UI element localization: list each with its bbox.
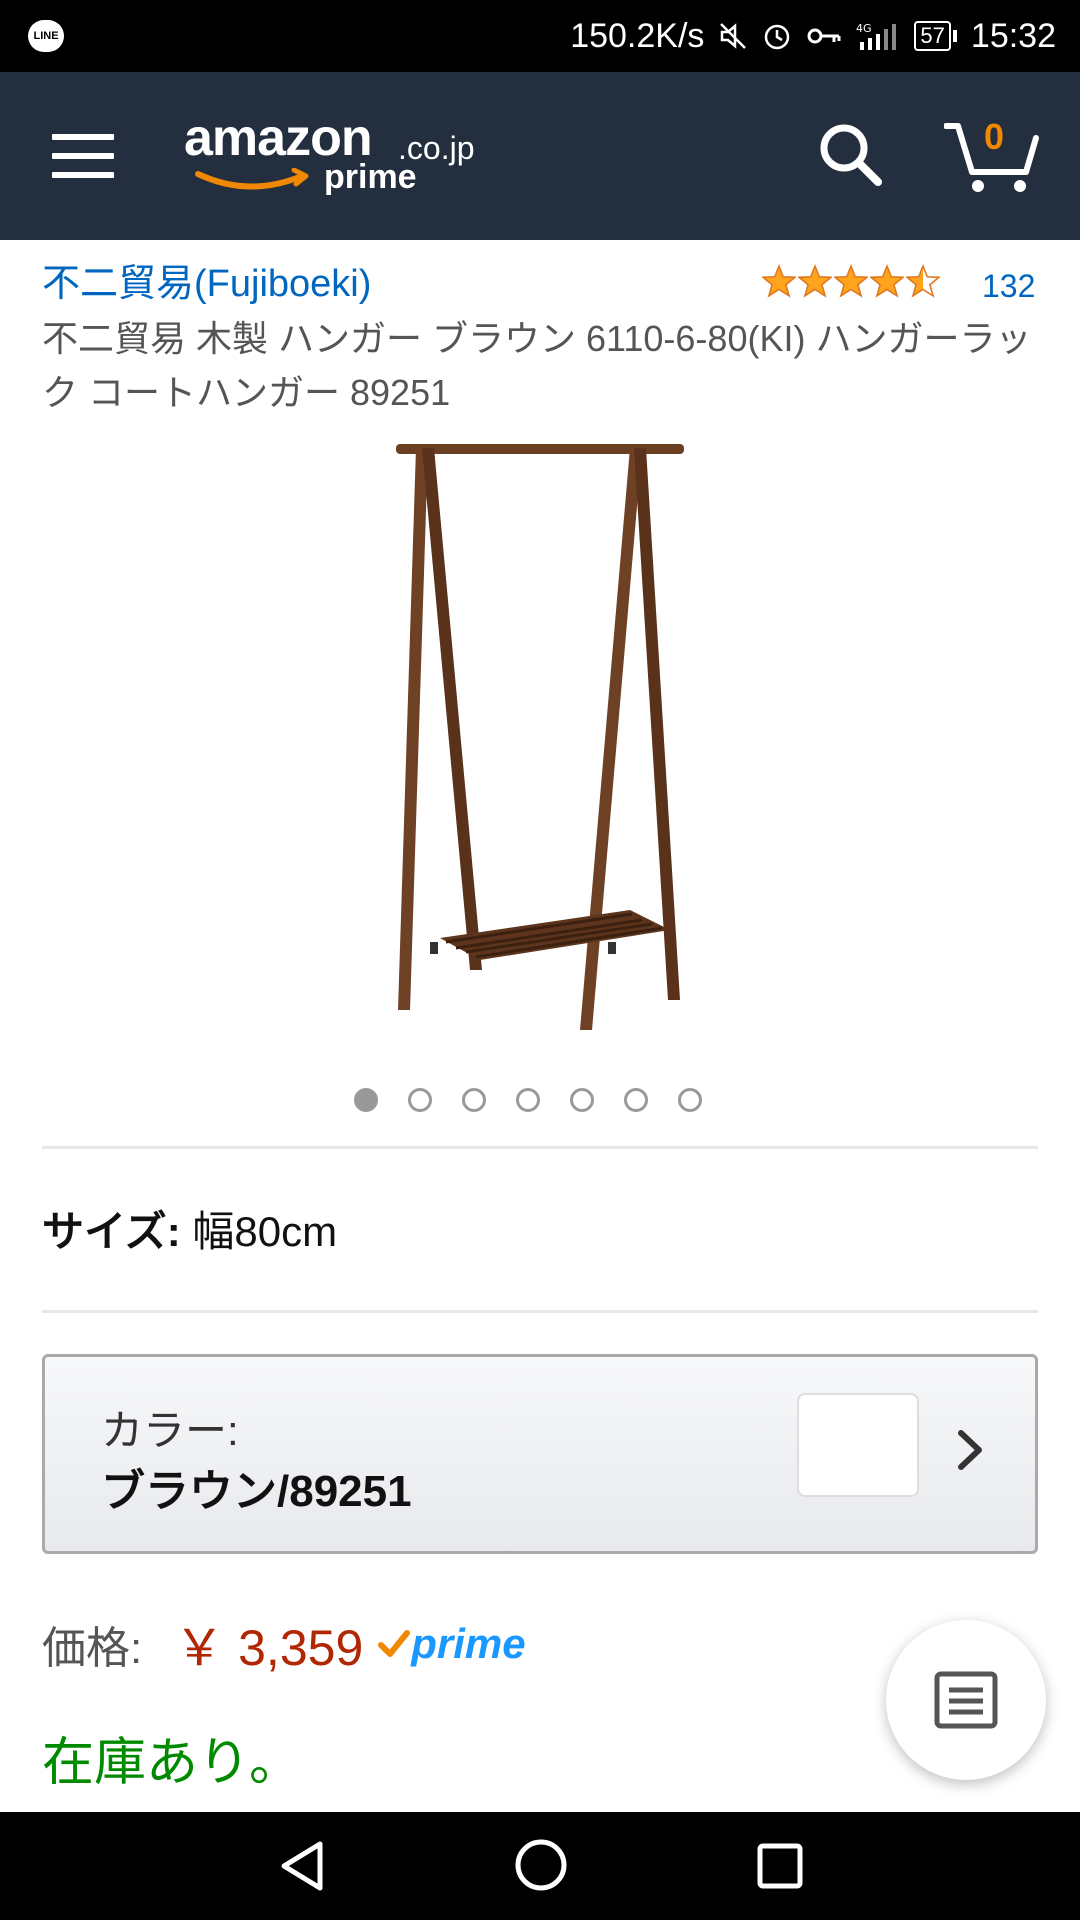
key-icon [806, 21, 842, 51]
color-value: ブラウン/89251 [101, 1467, 412, 1516]
battery-icon: 57 [914, 21, 957, 51]
amazon-prime-logo[interactable]: amazon .co.jp prime [184, 108, 494, 208]
prime-badge: prime [377, 1620, 526, 1668]
carousel-dot[interactable] [462, 1088, 486, 1112]
carousel-dot[interactable] [516, 1088, 540, 1112]
divider [42, 1146, 1038, 1149]
size-value: 幅80cm [192, 1208, 338, 1255]
product-image[interactable] [380, 430, 700, 1050]
star-icon [798, 264, 832, 298]
line-app-icon: LINE [28, 20, 64, 52]
chevron-right-icon [958, 1430, 982, 1470]
star-icon [906, 264, 940, 298]
stock-status: 在庫あり。 [42, 1734, 301, 1792]
mute-icon [718, 21, 748, 51]
review-count-link[interactable]: 132 [982, 268, 1035, 305]
price-row: 価格: ￥ 3,359 prime [42, 1608, 526, 1680]
size-label: サイズ: [42, 1208, 181, 1255]
network-speed: 150.2K/s [570, 16, 705, 55]
cart-count-badge: 0 [984, 116, 1005, 157]
system-navigation-bar [0, 1812, 1080, 1920]
carousel-dot[interactable] [678, 1088, 702, 1112]
floating-menu-button[interactable] [886, 1620, 1046, 1780]
color-swatch [797, 1393, 919, 1497]
star-icon [762, 264, 796, 298]
menu-button[interactable] [52, 134, 114, 178]
smile-arrow-icon [195, 168, 309, 190]
brand-link[interactable]: 不二貿易(Fujiboeki) [42, 252, 371, 307]
carousel-dot[interactable] [408, 1088, 432, 1112]
cart-button[interactable]: 0 [943, 116, 1040, 196]
color-label: カラー: [101, 1407, 239, 1454]
carousel-dot[interactable] [624, 1088, 648, 1112]
divider [42, 1310, 1038, 1313]
carousel-dot[interactable] [354, 1088, 378, 1112]
home-icon[interactable] [514, 1838, 568, 1892]
alarm-icon [762, 21, 792, 51]
search-icon[interactable] [816, 120, 886, 190]
star-rating[interactable] [762, 264, 940, 298]
app-header: amazon .co.jp prime 0 [0, 72, 1080, 240]
product-title: 不二貿易 木製 ハンガー ブラウン 6110-6-80(KI) ハンガーラック … [42, 318, 1032, 413]
clock: 15:32 [970, 16, 1056, 55]
carousel-dot[interactable] [570, 1088, 594, 1112]
image-carousel-dots[interactable] [354, 1088, 702, 1112]
list-icon [934, 1671, 998, 1729]
color-selector[interactable]: カラー: ブラウン/89251 [42, 1354, 1038, 1554]
price-value: ￥ 3,359 [174, 1620, 364, 1676]
back-icon[interactable] [276, 1838, 328, 1894]
price-label: 価格: [42, 1624, 143, 1673]
recent-apps-icon[interactable] [756, 1842, 804, 1890]
status-bar: LINE 150.2K/s 4G 57 15:32 [0, 0, 1080, 72]
size-row: サイズ: 幅80cm [42, 1198, 337, 1259]
star-icon [870, 264, 904, 298]
signal-icon: 4G [856, 20, 900, 52]
star-icon [834, 264, 868, 298]
prime-check-icon [378, 1630, 411, 1657]
svg-text:4G: 4G [856, 22, 872, 35]
